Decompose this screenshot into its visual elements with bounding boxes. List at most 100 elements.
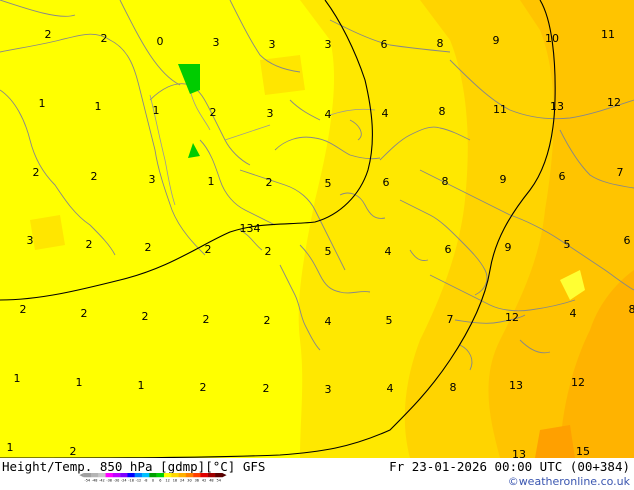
colorbar-swatch <box>127 473 135 478</box>
colorbar-swatch <box>163 473 172 478</box>
colorbar-tick: -54 <box>84 478 90 482</box>
temperature-label: 2 <box>70 445 77 458</box>
temperature-label: 3 <box>27 234 34 247</box>
colorbar-swatch <box>105 473 114 478</box>
colorbar-tick: -38 <box>106 478 112 482</box>
temperature-label: 1 <box>14 372 21 385</box>
temperature-label: 2 <box>205 243 212 256</box>
temperature-patch-warm <box>30 215 65 250</box>
colorbar-swatch <box>149 473 157 478</box>
temperature-label: 0 <box>157 35 164 48</box>
colorbar-swatch <box>142 473 150 478</box>
temperature-label: 3 <box>267 107 274 120</box>
temperature-label: 5 <box>386 314 393 327</box>
temperature-label: 9 <box>505 241 512 254</box>
temperature-label: 4 <box>325 315 332 328</box>
temperature-label: 5 <box>564 238 571 251</box>
temperature-label: 2 <box>81 307 88 320</box>
temperature-label: 4 <box>570 307 577 320</box>
temperature-colorbar: -54 -48 -42 -38 -30 -24 -18 -12 -8 0 6 12 18 24 30 36 42… <box>79 473 227 482</box>
temperature-label: 2 <box>86 238 93 251</box>
credit-link[interactable]: ©weatheronline.co.uk <box>508 475 630 488</box>
temperature-label: 8 <box>442 175 449 188</box>
contour-label: 134 <box>240 222 261 235</box>
forecast-datetime: Fr 23-01-2026 00:00 UTC (00+384) <box>389 459 630 474</box>
temperature-label: 2 <box>263 382 270 395</box>
temperature-label: 1 <box>208 175 215 188</box>
temperature-label: 4 <box>385 245 392 258</box>
colorbar-swatch <box>120 473 128 478</box>
temperature-label: 2 <box>203 313 210 326</box>
colorbar-tick: -48 <box>92 478 98 482</box>
temperature-label: 11 <box>601 28 615 41</box>
temperature-label: 13 <box>509 379 523 392</box>
colorbar-tick: 30 <box>187 478 191 482</box>
temperature-label: 4 <box>325 108 332 121</box>
temperature-label: 15 <box>576 445 590 458</box>
temperature-label: 9 <box>500 173 507 186</box>
temperature-label: 4 <box>387 382 394 395</box>
temperature-label: 13 <box>550 100 564 113</box>
colorbar-swatch <box>90 473 99 478</box>
temperature-label: 6 <box>383 176 390 189</box>
temperature-label: 8 <box>439 105 446 118</box>
colorbar-swatch <box>215 473 223 478</box>
temperature-label: 3 <box>149 173 156 186</box>
colorbar-arrow-right <box>222 473 227 478</box>
colorbar-tick: -8 <box>144 478 147 482</box>
colorbar-tick: 18 <box>173 478 177 482</box>
temperature-label: 1 <box>138 379 145 392</box>
temperature-label: 3 <box>213 36 220 49</box>
temperature-label: 6 <box>559 170 566 183</box>
colorbar-arrow-left <box>79 473 84 478</box>
colorbar-tick: -42 <box>99 478 105 482</box>
colorbar-swatch <box>112 473 121 478</box>
colorbar-swatch <box>83 473 92 478</box>
colorbar-swatch <box>193 473 201 478</box>
temperature-label: 11 <box>493 103 507 116</box>
temperature-label: 7 <box>447 313 454 326</box>
temperature-label: 10 <box>545 32 559 45</box>
colorbar-tick: 42 <box>202 478 206 482</box>
colorbar-swatch <box>178 473 187 478</box>
colorbar-swatch <box>134 473 143 478</box>
colorbar-tick: 54 <box>217 478 221 482</box>
temperature-label: 8 <box>450 381 457 394</box>
temperature-label: 8 <box>629 303 634 316</box>
temperature-label: 1 <box>76 376 83 389</box>
colorbar-swatch <box>185 473 194 478</box>
temperature-label: 2 <box>101 32 108 45</box>
temperature-label: 3 <box>325 38 332 51</box>
temperature-label: 3 <box>325 383 332 396</box>
colorbar-tick: 36 <box>195 478 199 482</box>
temperature-label: 2 <box>91 170 98 183</box>
temperature-label: 2 <box>266 176 273 189</box>
temperature-label: 1 <box>39 97 46 110</box>
temperature-label: 12 <box>505 311 519 324</box>
temperature-label: 6 <box>381 38 388 51</box>
temperature-label: 2 <box>145 241 152 254</box>
colorbar-swatch <box>156 473 165 478</box>
temperature-label: 2 <box>210 106 217 119</box>
temperature-label: 1 <box>95 100 102 113</box>
temperature-label: 9 <box>493 34 500 47</box>
colorbar-tick: 24 <box>180 478 184 482</box>
colorbar-tick: -18 <box>128 478 134 482</box>
temperature-label: 1 <box>7 441 14 454</box>
temperature-label: 8 <box>437 37 444 50</box>
colorbar-tick: -30 <box>114 478 120 482</box>
temperature-label: 6 <box>445 243 452 256</box>
temperature-label: 5 <box>325 177 332 190</box>
temperature-band-warm-5 <box>535 425 575 458</box>
temperature-label: 2 <box>33 166 40 179</box>
temperature-label: 2 <box>20 303 27 316</box>
temperature-label: 2 <box>265 245 272 258</box>
temperature-label: 5 <box>325 245 332 258</box>
colorbar-swatch <box>171 473 179 478</box>
temperature-label: 1 <box>153 104 160 117</box>
temperature-label: 12 <box>607 96 621 109</box>
weather-map: 134 2 2 0 3 3 3 6 8 9 10 111 1 1 2 3 4 4 8 11 13 122 2 3 1 2 5 6 8 9… <box>0 0 634 458</box>
colorbar-swatch <box>98 473 106 478</box>
colorbar-tick: 48 <box>209 478 213 482</box>
temperature-label: 2 <box>45 28 52 41</box>
